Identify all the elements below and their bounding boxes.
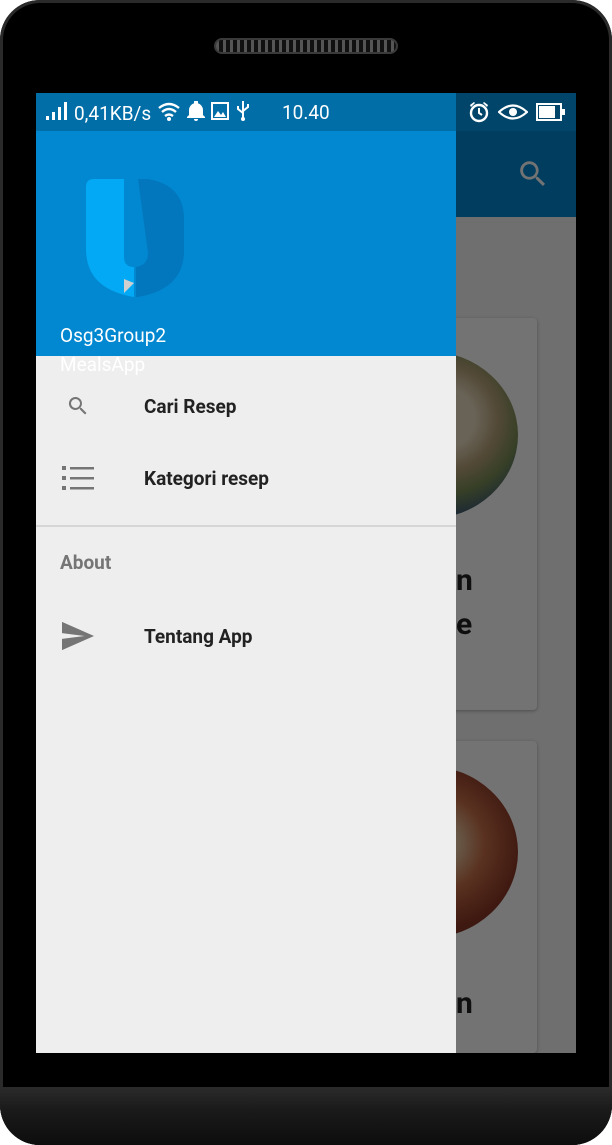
eye-icon (497, 103, 529, 126)
network-speed: 0,41KB/s (74, 102, 152, 125)
phone-frame: n e n Osg3Group2 MealsApp (0, 0, 612, 1145)
alarm-icon (468, 101, 490, 128)
screen: n e n Osg3Group2 MealsApp (36, 93, 576, 1053)
drawer-divider (36, 525, 456, 527)
search-icon (62, 390, 94, 422)
status-time: 10.40 (282, 101, 330, 124)
menu-item-label: Cari Resep (144, 394, 237, 418)
app-logo-icon (86, 179, 184, 297)
menu-item-label: Kategori resep (144, 466, 269, 490)
navigation-drawer: Osg3Group2 MealsApp Cari Resep Kategori … (36, 93, 456, 1053)
phone-chin (0, 1087, 612, 1145)
list-icon (62, 462, 94, 494)
status-right (468, 101, 566, 128)
status-left: 0,41KB/s (46, 100, 251, 126)
section-title-about: About (60, 551, 112, 574)
signal-icon (46, 102, 68, 125)
usb-icon (235, 101, 251, 126)
menu-item-tentang-app[interactable]: Tentang App (36, 600, 456, 672)
send-icon (62, 620, 94, 652)
menu-item-cari-resep[interactable]: Cari Resep (36, 370, 456, 442)
menu-item-kategori-resep[interactable]: Kategori resep (36, 442, 456, 514)
earpiece-speaker (214, 38, 398, 54)
menu-item-label: Tentang App (144, 624, 253, 648)
bell-icon (187, 100, 206, 126)
drawer-header: Osg3Group2 MealsApp (36, 131, 456, 376)
image-icon (211, 102, 230, 125)
wifi-icon (157, 101, 181, 126)
battery-icon (536, 103, 566, 126)
status-bar: 0,41KB/s 10.40 (36, 93, 576, 131)
drawer-title-line1: Osg3Group2 (60, 324, 167, 347)
